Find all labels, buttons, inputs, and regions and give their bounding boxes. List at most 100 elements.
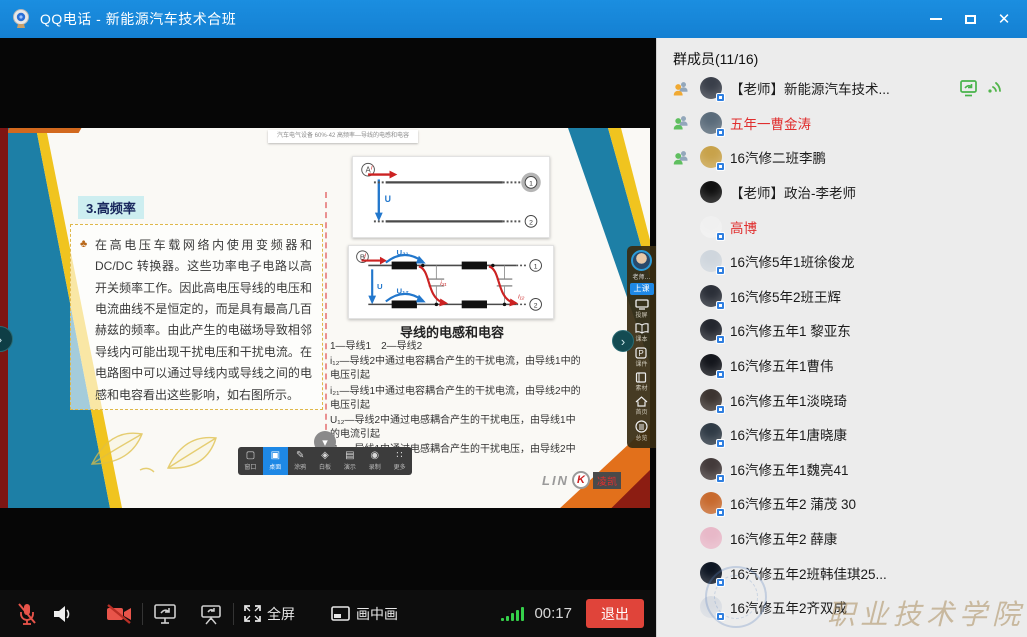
pip-button[interactable]: 画中画 (331, 604, 398, 624)
member-list-item[interactable]: 16汽修5年1班徐俊龙 (657, 244, 1027, 279)
pip-icon (331, 606, 350, 621)
toolbar-divider (142, 603, 143, 625)
member-list-item[interactable]: 16汽修五年1 黎亚东 (657, 313, 1027, 348)
reader-item-courseware[interactable]: P 课件 (635, 347, 647, 368)
toolbar-divider (233, 603, 234, 625)
member-list-item[interactable]: 16汽修五年2 薛康 (657, 521, 1027, 556)
share-toolbar-item-easel[interactable]: ▤ 演示 (337, 447, 362, 475)
reader-item-overview[interactable]: 总览 (635, 420, 648, 442)
member-avatar (700, 285, 722, 307)
speaker-button[interactable] (52, 604, 72, 624)
reader-sidebar-chevron[interactable]: › (612, 330, 634, 352)
member-avatar (700, 250, 722, 272)
share-annotation-toolbar: ▢ 窗口 ▣ 桌面 ✎ 涂鸦 ◈ 白板 ▤ 演示 ◉ 录制 ∷ 更多 (238, 447, 412, 475)
member-list-item[interactable]: 16汽修五年1唐晓康 (657, 417, 1027, 452)
slide-left-red-edge (0, 128, 8, 508)
easel-icon: ▤ (345, 451, 354, 461)
member-list-item[interactable]: 16汽修5年2班王辉 (657, 279, 1027, 314)
logo-name-badge: 凌凯 (593, 472, 621, 489)
window-controls: ✕ (919, 0, 1021, 38)
share-toolbar-item-label: 桌面 (269, 462, 281, 471)
member-name: 【老师】政治-李老师 (730, 182, 856, 202)
member-list-item[interactable]: 16汽修五年2 蒲茂 30 (657, 486, 1027, 521)
svg-text:U: U (385, 194, 391, 204)
start-lesson-button[interactable]: 上课 (630, 283, 654, 295)
member-name: 16汽修五年1唐晓康 (730, 424, 847, 444)
member-panel: 群成员(11/16) 【老师】新能源汽车技术... 五年一曹 (656, 38, 1027, 637)
member-avatar (700, 562, 722, 584)
share-toolbar-item-camera[interactable]: ◉ 录制 (362, 447, 387, 475)
close-button[interactable]: ✕ (987, 6, 1021, 32)
member-list-item[interactable]: 16汽修五年1淡晓琦 (657, 382, 1027, 417)
mobile-online-badge (716, 93, 725, 102)
member-avatar (700, 112, 722, 134)
legend-line: U₁₂—导线2中通过电感耦合产生的干扰电压，由导线1中的电流引起 (330, 414, 584, 442)
share-toolbar-item-label: 录制 (369, 462, 381, 471)
member-name: 16汽修五年1 黎亚东 (730, 320, 851, 340)
svg-text:U₂₁: U₂₁ (397, 248, 409, 257)
diagram-caption: 导线的电感和电容 (348, 322, 556, 341)
camera-off-button[interactable] (106, 604, 132, 624)
presentation-share-button[interactable] (199, 603, 223, 625)
camera-icon: ◉ (370, 451, 379, 461)
mobile-online-badge (716, 301, 725, 310)
call-timer: 00:17 (534, 605, 572, 622)
member-name: 16汽修五年2齐双成 (730, 597, 847, 617)
mobile-online-badge (716, 128, 725, 137)
reader-item-home[interactable]: 首页 (635, 396, 648, 416)
logo-lin-text: LIN (542, 473, 569, 488)
group-role-icon (673, 150, 693, 165)
share-toolbar-item-window[interactable]: ▢ 窗口 (238, 447, 263, 475)
member-list-item[interactable]: 【老师】政治-李老师 (657, 175, 1027, 210)
svg-text:i: i (364, 253, 366, 260)
member-name: 16汽修5年2班王辉 (730, 286, 841, 306)
legend-line: i₁₂—导线2中通过电容耦合产生的干扰电流，由导线1中的电压引起 (330, 355, 584, 383)
maximize-icon (965, 15, 976, 24)
minimize-button[interactable] (919, 6, 953, 32)
member-list-item[interactable]: 五年一曹金涛 (657, 106, 1027, 141)
screen-share-button[interactable] (153, 603, 177, 625)
share-toolbar-item-grid[interactable]: ∷ 更多 (387, 447, 412, 475)
share-toolbar-item-eraser[interactable]: ◈ 白板 (313, 447, 338, 475)
reader-item-textbook[interactable]: 课本 (635, 323, 649, 343)
bullet-icon: ♣ (80, 238, 87, 250)
column-divider-dashed (325, 192, 327, 450)
slide-body-text: 在高电压车载网络内使用变频器和 DC/DC 转换器。这些功率电子电路以高开关频率… (95, 235, 312, 406)
member-list-item[interactable]: 高博 (657, 209, 1027, 244)
member-name: 16汽修5年1班徐俊龙 (730, 251, 855, 271)
share-toolbar-item-pen[interactable]: ✎ 涂鸦 (288, 447, 313, 475)
member-name: 16汽修五年1魏亮41 (730, 459, 849, 479)
fullscreen-button[interactable]: 全屏 (244, 604, 295, 624)
member-list-item[interactable]: 【老师】新能源汽车技术... (657, 71, 1027, 106)
screen-sharing-icon (960, 80, 979, 97)
microphone-muted-button[interactable] (16, 602, 38, 626)
monitor-icon (635, 299, 649, 310)
member-list-item[interactable]: 16汽修二班李鹏 (657, 140, 1027, 175)
member-avatar (700, 423, 722, 445)
logo-k-circle: K (572, 471, 590, 489)
mobile-online-badge (716, 612, 725, 621)
qq-call-webcam-icon (10, 8, 32, 30)
exit-call-button[interactable]: 退出 (586, 599, 644, 628)
speaking-audio-icon (987, 80, 1001, 96)
titlebar: QQ电话 - 新能源汽车技术合班 ✕ (0, 0, 1027, 38)
maximize-button[interactable] (953, 6, 987, 32)
member-list-item[interactable]: 16汽修五年2班韩佳琪25... (657, 555, 1027, 590)
reader-item-materials[interactable]: 素材 (635, 372, 647, 392)
member-list-item[interactable]: 16汽修五年1魏亮41 (657, 452, 1027, 487)
minimize-icon (930, 18, 942, 20)
group-role-icon (673, 115, 693, 130)
circuit-diagram-b: B i U U₂₁ U₁₂ (348, 245, 554, 319)
reader-item-cast[interactable]: 投屏 (635, 299, 649, 319)
share-toolbar-item-label: 窗口 (244, 462, 256, 471)
member-extras (960, 80, 1001, 97)
slide-section-title: 3.高频率 (78, 196, 144, 219)
member-list-item[interactable]: 16汽修五年2齐双成 (657, 590, 1027, 625)
mobile-online-badge (716, 508, 725, 517)
member-name: 16汽修二班李鹏 (730, 147, 826, 167)
member-list-item[interactable]: 16汽修五年1曹伟 (657, 348, 1027, 383)
reader-avatar[interactable] (631, 250, 652, 271)
share-toolbar-item-desktop[interactable]: ▣ 桌面 (263, 447, 288, 475)
slide-text-card: ♣ 在高电压车载网络内使用变频器和 DC/DC 转换器。这些功率电子电路以高开关… (70, 224, 323, 410)
legend-line: 1—导线1 2—导线2 (330, 340, 584, 354)
